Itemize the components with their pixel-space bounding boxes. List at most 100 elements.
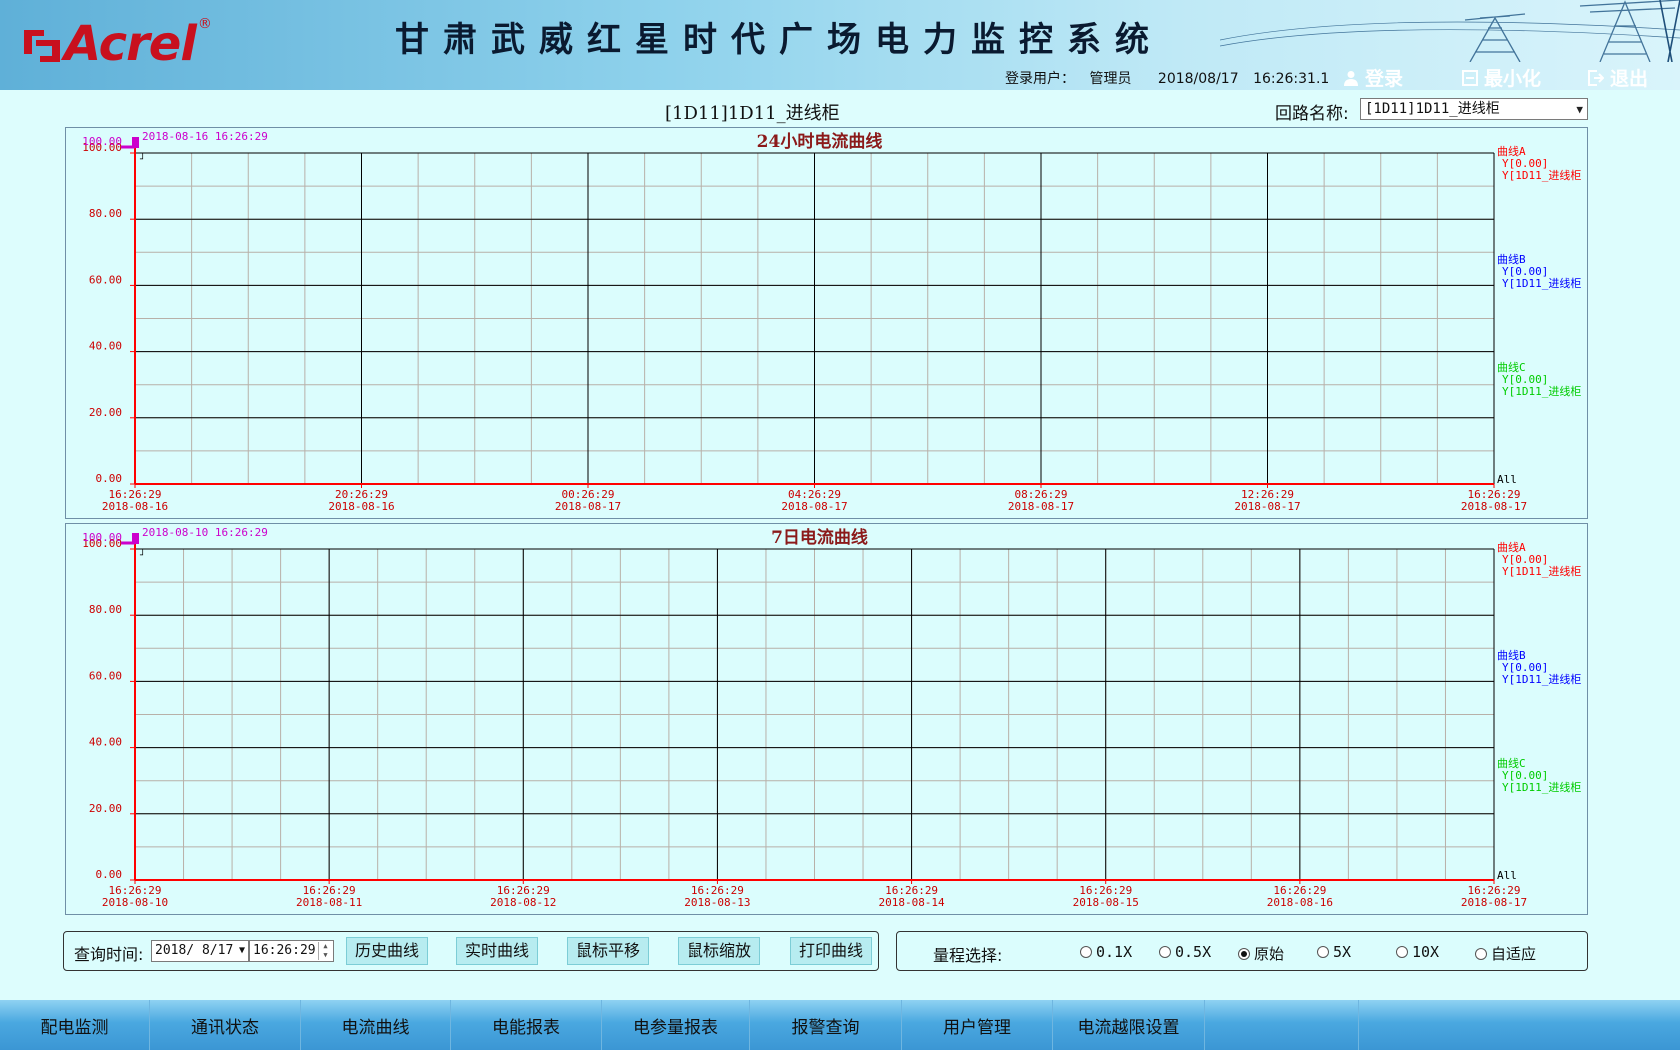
login-label: 登录 — [1365, 68, 1404, 90]
cursor-corner: ┘ — [139, 549, 145, 561]
logo-text: Acrel — [64, 16, 197, 72]
chevron-down-icon: ▼ — [238, 945, 245, 956]
all-label: All — [1497, 473, 1517, 486]
user-label: 登录用户： — [1005, 71, 1075, 87]
range-option-0.5x[interactable]: 0.5X — [1159, 943, 1211, 961]
circuit-select[interactable]: [1D11]1D11_进线柜 ▼ — [1360, 98, 1588, 120]
circuit-title: [1D11]1D11_进线柜 — [665, 103, 840, 124]
legend-series-name: 曲线C — [1497, 360, 1526, 374]
y-tick-label: 0.00 — [96, 472, 123, 485]
legend-series-circuit: Y[1D11_进线柜 — [1502, 780, 1581, 794]
bottom-nav: 配电监测 通讯状态 电流曲线 电能报表 电参量报表 报警查询 用户管理 电流越限… — [0, 1000, 1680, 1050]
y-top-label: 100.00 — [82, 531, 122, 544]
nav-comm-status[interactable]: 通讯状态 — [150, 1000, 301, 1050]
legend-series-name: 曲线C — [1497, 756, 1526, 770]
current-date: 2018/08/17 — [1157, 71, 1239, 87]
all-label: All — [1497, 869, 1517, 882]
x-tick-date: 2018-08-17 — [1008, 500, 1074, 513]
radio-icon — [1317, 946, 1329, 958]
user-info-bar: 登录用户： 管理员 2018/08/17 16:26:31.1 — [1005, 68, 1339, 88]
cursor-time-label: 2018-08-16 16:26:29 — [142, 130, 268, 143]
query-toolbar: 查询时间: 2018/ 8/17 ▼ 16:26:29 ▲ ▼ 历史曲线 实时曲线… — [63, 931, 879, 971]
legend-series-circuit: Y[1D11_进线柜 — [1502, 276, 1581, 290]
x-tick-date: 2018-08-10 — [102, 896, 168, 909]
history-curve-button[interactable]: 历史曲线 — [346, 937, 429, 965]
minimize-icon — [1462, 69, 1478, 86]
chart-title: 7日电流曲线 — [771, 527, 868, 548]
x-tick-date: 2018-08-12 — [490, 896, 556, 909]
minimize-label: 最小化 — [1484, 68, 1542, 90]
minimize-button[interactable]: 最小化 — [1462, 64, 1541, 90]
legend-series-name: 曲线B — [1497, 252, 1526, 266]
nav-alarm-query[interactable]: 报警查询 — [750, 1000, 902, 1050]
logo-registered: ® — [197, 16, 212, 32]
chart-24h[interactable]: 0.0020.0040.0060.0080.00100.00100.00 2018… — [66, 128, 1589, 520]
realtime-curve-button[interactable]: 实时曲线 — [456, 937, 539, 965]
cursor-time-label: 2018-08-10 16:26:29 — [142, 526, 268, 539]
radio-selected-icon — [1238, 947, 1250, 960]
legend-series-name: 曲线A — [1497, 540, 1526, 554]
range-option-label: 0.5X — [1175, 943, 1212, 961]
circuit-select-value: [1D11]1D11_进线柜 — [1365, 101, 1500, 117]
logo-mark-icon — [22, 24, 62, 64]
x-tick-date: 2018-08-13 — [684, 896, 750, 909]
range-option-5x[interactable]: 5X — [1317, 943, 1351, 961]
range-option-label: 5X — [1333, 943, 1352, 961]
chart-title: 24小时电流曲线 — [757, 131, 883, 152]
nav-current-limit[interactable]: 电流越限设置 — [1053, 1000, 1205, 1050]
login-button[interactable]: 登录 — [1343, 64, 1403, 90]
nav-power-monitor[interactable]: 配电监测 — [0, 1000, 150, 1050]
x-tick-date: 2018-08-17 — [781, 500, 847, 513]
y-tick-label: 40.00 — [89, 736, 122, 749]
nav-energy-report[interactable]: 电能报表 — [451, 1000, 602, 1050]
x-tick-date: 2018-08-17 — [555, 500, 621, 513]
x-tick-date: 2018-08-14 — [878, 896, 945, 909]
range-option-original[interactable]: 原始 — [1238, 943, 1284, 964]
range-option-label: 自适应 — [1491, 945, 1537, 963]
y-tick-label: 0.00 — [96, 868, 123, 881]
power-tower-illustration — [1220, 0, 1680, 62]
query-time-input[interactable]: 16:26:29 ▲ ▼ — [249, 940, 334, 962]
nav-user-manage[interactable]: 用户管理 — [902, 1000, 1053, 1050]
circuit-select-label: 回路名称: — [1275, 104, 1349, 124]
current-time: 16:26:31.1 — [1253, 71, 1330, 87]
range-option-auto[interactable]: 自适应 — [1475, 943, 1536, 964]
legend-series-circuit: Y[1D11_进线柜 — [1502, 672, 1581, 686]
mouse-zoom-button[interactable]: 鼠标缩放 — [678, 937, 761, 965]
user-icon — [1344, 70, 1358, 86]
legend-series-name: 曲线A — [1497, 144, 1526, 158]
nav-empty-slot[interactable] — [1205, 1000, 1359, 1050]
print-curve-button[interactable]: 打印曲线 — [790, 937, 873, 965]
y-top-label: 100.00 — [82, 135, 122, 148]
legend-series-circuit: Y[1D11_进线柜 — [1502, 168, 1581, 182]
x-tick-date: 2018-08-16 — [102, 500, 168, 513]
nav-param-report[interactable]: 电参量报表 — [602, 1000, 750, 1050]
logout-button[interactable]: 退出 — [1588, 64, 1648, 90]
query-time-label: 查询时间: — [74, 945, 144, 964]
query-date-picker[interactable]: 2018/ 8/17 ▼ — [151, 940, 249, 962]
range-option-label: 10X — [1412, 943, 1440, 961]
spin-arrows-icon[interactable]: ▲ ▼ — [318, 942, 332, 960]
chart-24h-panel: 0.00 20.00 40.00 60.00 80.00 100.00 100.00 2018… — [65, 127, 1588, 519]
radio-icon — [1080, 946, 1092, 958]
x-tick-date: 2018-08-16 — [328, 500, 394, 513]
header-banner: Acrel ® 甘肃武威红星时代广场电力监控系统 登录用户： 管理员 2018/… — [0, 0, 1680, 90]
chevron-down-icon: ▼ — [1576, 103, 1583, 116]
logout-label: 退出 — [1610, 68, 1649, 90]
radio-icon — [1159, 946, 1171, 958]
radio-icon — [1396, 946, 1408, 958]
mouse-pan-button[interactable]: 鼠标平移 — [567, 937, 650, 965]
system-title: 甘肃武威红星时代广场电力监控系统 — [395, 20, 1163, 60]
cursor-corner: ┘ — [139, 153, 145, 165]
nav-current-curve[interactable]: 电流曲线 — [301, 1000, 451, 1050]
chart-7d[interactable]: 0.0020.0040.0060.0080.00100.00100.00 2018… — [66, 524, 1589, 916]
range-option-0.1x[interactable]: 0.1X — [1080, 943, 1132, 961]
range-selector: 量程选择: 0.1X 0.5X 原始 5X 10X 自适应 — [896, 931, 1588, 971]
x-tick-date: 2018-08-11 — [296, 896, 362, 909]
legend-series-circuit: Y[1D11_进线柜 — [1502, 384, 1581, 398]
range-label: 量程选择: — [933, 946, 1003, 965]
x-tick-date: 2018-08-17 — [1234, 500, 1300, 513]
range-option-10x[interactable]: 10X — [1396, 943, 1439, 961]
acrel-logo: Acrel ® — [22, 16, 212, 72]
y-tick-label: 80.00 — [89, 207, 122, 220]
